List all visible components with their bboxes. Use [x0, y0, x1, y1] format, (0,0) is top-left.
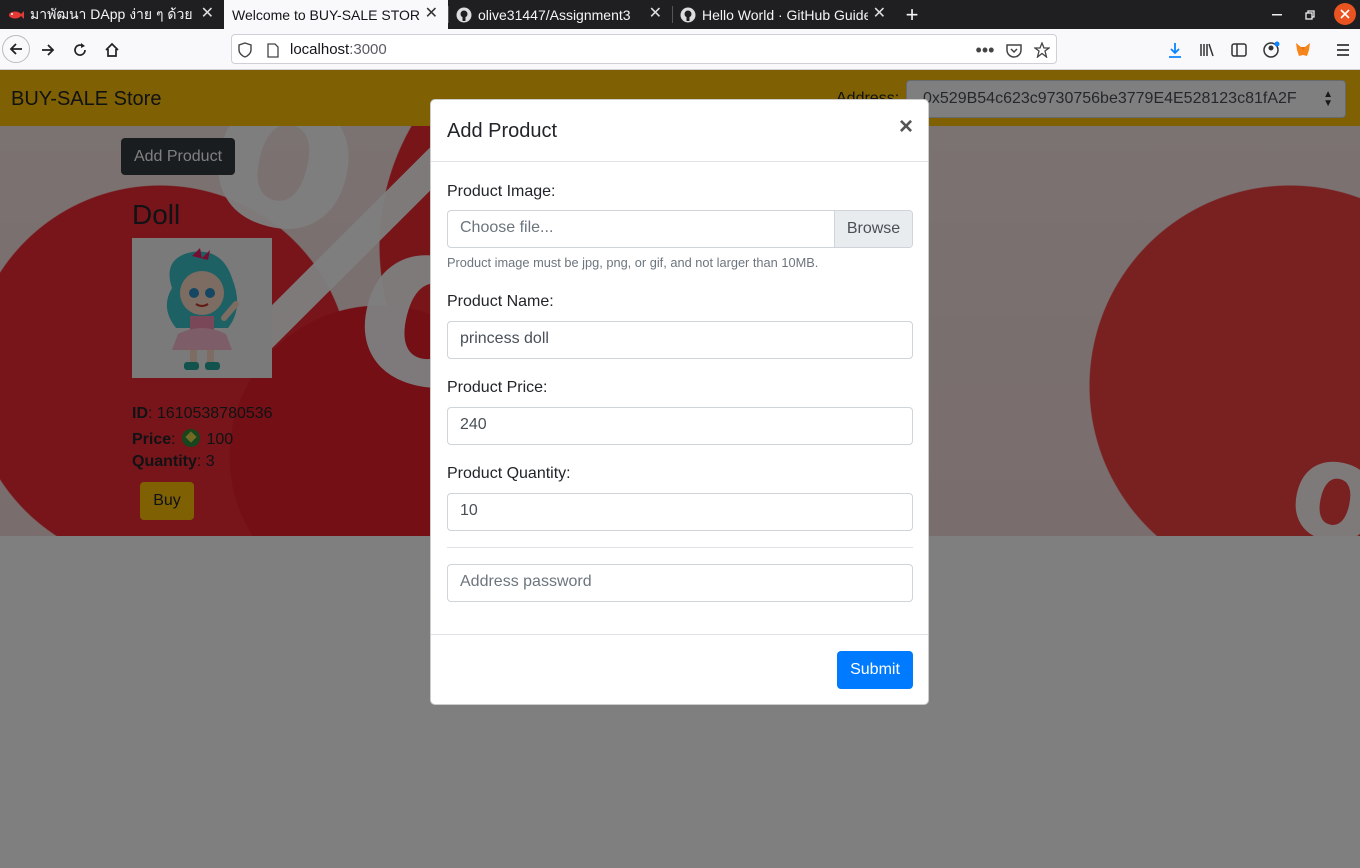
library-icon[interactable] — [1194, 37, 1220, 63]
file-placeholder: Choose file... — [460, 219, 554, 236]
restore-icon[interactable] — [1297, 0, 1323, 29]
reload-icon[interactable] — [67, 37, 93, 63]
bookmark-star-icon[interactable] — [1033, 41, 1051, 59]
tab-title: Hello World · GitHub Guides — [702, 6, 868, 23]
new-tab-button[interactable]: + — [896, 0, 928, 29]
close-tab-icon[interactable]: ✕ — [873, 6, 886, 22]
github-icon — [456, 7, 472, 23]
image-help-text: Product image must be jpg, png, or gif, … — [447, 255, 819, 270]
submit-button[interactable]: Submit — [837, 651, 913, 689]
browser-toolbar: localhost:3000 ••• — [0, 29, 1360, 70]
browse-button[interactable]: Browse — [834, 211, 912, 247]
form-divider — [447, 547, 913, 548]
account-icon[interactable] — [1258, 37, 1284, 63]
product-price-label: Product Price: — [447, 379, 548, 396]
close-icon[interactable]: × — [899, 115, 913, 139]
product-price-input[interactable]: 240 — [447, 407, 913, 445]
download-icon[interactable] — [1162, 37, 1188, 63]
sidebar-icon[interactable] — [1226, 37, 1252, 63]
browser-tab[interactable]: olive31447/Assignment3 ✕ — [448, 0, 672, 29]
pocket-icon[interactable] — [1005, 41, 1023, 59]
close-tab-icon[interactable]: ✕ — [649, 6, 662, 22]
tab-title: olive31447/Assignment3 — [478, 6, 631, 23]
back-icon[interactable] — [2, 35, 30, 63]
modal-title: Add Product — [447, 120, 558, 142]
github-icon — [680, 7, 696, 23]
tab-title: มาพัฒนา DApp ง่าย ๆ ด้วย — [30, 5, 193, 22]
more-actions-icon[interactable]: ••• — [976, 40, 995, 60]
browser-tab[interactable]: มาพัฒนา DApp ง่าย ๆ ด้วย ✕ — [0, 0, 224, 29]
browser-tab-strip: มาพัฒนา DApp ง่าย ๆ ด้วย ✕ Welcome to BU… — [0, 0, 1360, 29]
address-password-input[interactable]: Address password — [447, 564, 913, 602]
close-window-icon[interactable] — [1334, 3, 1356, 25]
url-text: localhost:3000 — [290, 41, 387, 58]
red-fish-icon — [8, 7, 24, 23]
minimize-icon[interactable] — [1264, 0, 1290, 29]
product-name-input[interactable]: princess doll — [447, 321, 913, 359]
modal-footer-divider — [431, 634, 928, 635]
page-icon — [264, 41, 282, 59]
url-bar[interactable]: localhost:3000 ••• — [231, 34, 1057, 64]
product-image-label: Product Image: — [447, 183, 556, 200]
close-tab-icon[interactable]: ✕ — [201, 6, 214, 22]
browser-tab-active[interactable]: Welcome to BUY-SALE STORE ✕ — [224, 0, 448, 29]
product-name-label: Product Name: — [447, 293, 554, 310]
modal-header: Add Product × — [431, 100, 928, 162]
shield-icon[interactable] — [236, 41, 254, 59]
browser-tab[interactable]: Hello World · GitHub Guides ✕ — [672, 0, 896, 29]
home-icon[interactable] — [99, 37, 125, 63]
product-quantity-label: Product Quantity: — [447, 465, 571, 482]
product-quantity-input[interactable]: 10 — [447, 493, 913, 531]
tab-title: Welcome to BUY-SALE STORE — [232, 6, 420, 23]
product-image-file-input[interactable]: Choose file... Browse — [447, 210, 913, 248]
metamask-fox-icon[interactable] — [1290, 37, 1316, 63]
add-product-modal: Add Product × Product Image: Choose file… — [430, 99, 929, 705]
hamburger-menu-icon[interactable] — [1330, 37, 1356, 63]
close-tab-icon[interactable]: ✕ — [425, 6, 438, 22]
forward-icon[interactable] — [35, 37, 61, 63]
